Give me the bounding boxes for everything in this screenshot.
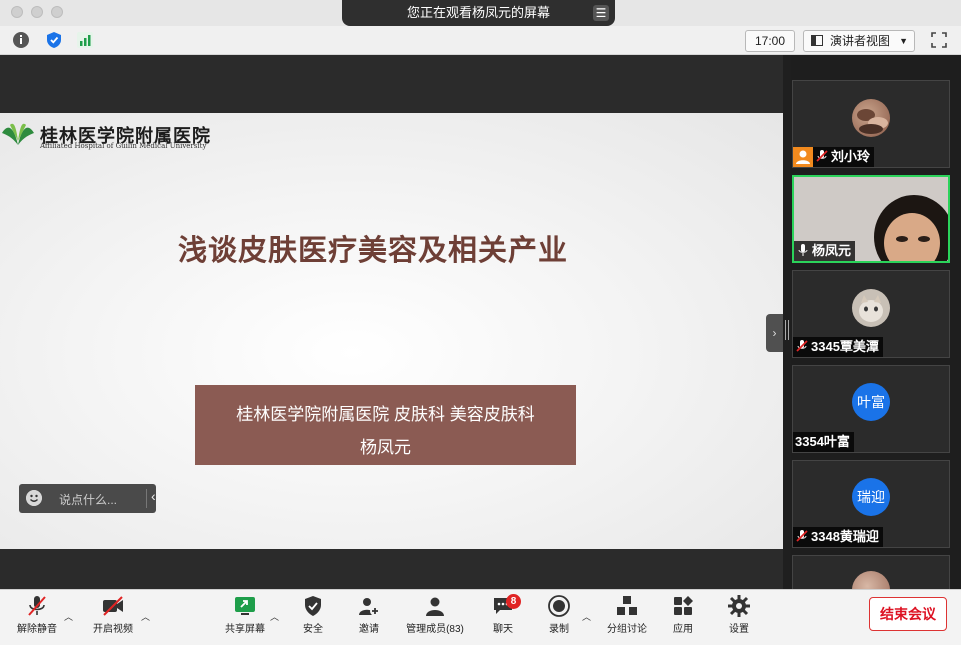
chat-unread-badge: 8 <box>506 594 521 609</box>
participant-name: 刘小玲 <box>831 149 871 164</box>
invite-label: 邀请 <box>359 624 379 635</box>
panel-splitter[interactable] <box>783 55 791 589</box>
slide-subtitle-line1: 桂林医学院附属医院 皮肤科 美容皮肤科 <box>236 405 535 424</box>
view-mode-label: 演讲者视图 <box>830 34 891 48</box>
chat-label: 聊天 <box>493 624 513 635</box>
signal-strength-icon[interactable] <box>76 31 94 49</box>
avatar: 叶富 <box>852 383 890 421</box>
apps-label: 应用 <box>673 624 693 635</box>
chat-divider <box>146 489 147 508</box>
shield-icon <box>305 596 321 616</box>
chevron-up-icon[interactable]: ︿ <box>64 610 73 623</box>
share-banner-text: 您正在观看杨凤元的屏幕 <box>406 5 550 20</box>
participant-tile[interactable]: 3345覃美潭 <box>792 270 950 358</box>
participant-label: 刘小玲 <box>813 147 875 167</box>
participant-name: 杨凤元 <box>812 243 852 258</box>
participant-name: 3345覃美潭 <box>811 339 879 354</box>
video-off-icon <box>103 596 123 616</box>
participant-tile-active-speaker[interactable]: 杨凤元 <box>792 175 950 263</box>
participants-icon <box>426 597 444 616</box>
chevron-down-icon: ▼ <box>899 36 908 46</box>
mic-icon <box>798 244 808 256</box>
meeting-toolbar: 17:00 演讲者视图 ▼ <box>0 26 961 55</box>
record-label: 录制 <box>549 624 569 635</box>
security-label: 安全 <box>303 624 323 635</box>
hospital-logo-icon <box>2 123 34 145</box>
gear-icon <box>728 595 750 617</box>
chevron-up-icon[interactable]: ︿ <box>582 610 591 623</box>
apps-icon <box>674 596 693 615</box>
participant-label: 3345覃美潭 <box>793 337 883 357</box>
chevron-up-icon[interactable]: ︿ <box>270 610 279 623</box>
participant-tile[interactable]: 刘小玲 <box>792 80 950 168</box>
info-icon[interactable] <box>12 31 30 49</box>
minimize-window-button[interactable] <box>31 6 43 18</box>
mic-muted-icon <box>28 596 46 616</box>
breakout-rooms-label: 分组讨论 <box>607 624 647 635</box>
security-button[interactable]: 安全 <box>296 594 330 635</box>
chat-placeholder: 说点什么... <box>59 493 118 507</box>
avatar <box>852 99 890 137</box>
share-screen-label: 共享屏幕 <box>225 624 265 635</box>
avatar <box>852 289 890 327</box>
participant-label: 3348黄瑞迎 <box>793 527 883 547</box>
invite-button[interactable]: 邀请 <box>352 594 386 635</box>
avatar: 瑞迎 <box>852 478 890 516</box>
participants-button[interactable]: 管理成员(83) <box>402 594 468 635</box>
share-banner: 您正在观看杨凤元的屏幕 ☰ <box>342 0 615 26</box>
participant-tile[interactable] <box>792 555 950 589</box>
settings-button[interactable]: 设置 <box>722 594 756 635</box>
unmute-label: 解除静音 <box>17 624 57 635</box>
meeting-controls: 解除静音 ︿ 开启视频 ︿ 共享屏幕 ︿ 安全 邀请 管理成员(83) 聊天 8… <box>0 589 961 645</box>
meeting-timer: 17:00 <box>745 30 795 52</box>
chat-quick-input[interactable]: 说点什么... ‹ <box>19 484 156 513</box>
end-meeting-button[interactable]: 结束会议 <box>869 597 947 631</box>
breakout-rooms-icon <box>617 596 637 615</box>
shield-icon[interactable] <box>45 31 63 49</box>
breakout-rooms-button[interactable]: 分组讨论 <box>604 594 650 635</box>
mic-muted-icon <box>796 340 808 352</box>
participant-label: 杨凤元 <box>794 241 856 261</box>
close-window-button[interactable] <box>11 6 23 18</box>
window-titlebar: 您正在观看杨凤元的屏幕 ☰ <box>0 0 961 26</box>
speaker-view-icon <box>811 35 823 46</box>
participant-name: 3348黄瑞迎 <box>811 529 879 544</box>
person-icon <box>793 147 813 167</box>
participant-tile[interactable]: 瑞迎 3348黄瑞迎 <box>792 460 950 548</box>
mic-muted-icon <box>796 530 808 542</box>
participant-tile[interactable]: 叶富 3354叶富 <box>792 365 950 453</box>
emoji-icon[interactable] <box>26 490 42 506</box>
apps-button[interactable]: 应用 <box>666 594 700 635</box>
slide-title: 浅谈皮肤医疗美容及相关产业 <box>178 235 569 267</box>
view-options-menu-icon[interactable]: ☰ <box>593 5 609 21</box>
participants-label: 管理成员(83) <box>406 624 464 635</box>
start-video-button[interactable]: 开启视频 <box>90 594 136 635</box>
participant-label: 3354叶富 <box>793 432 854 452</box>
share-screen-button[interactable]: 共享屏幕 <box>222 594 268 635</box>
hospital-english-name: Affiliated Hospital of Guilin Medical Un… <box>40 142 207 150</box>
unmute-button[interactable]: 解除静音 <box>14 594 60 635</box>
share-screen-icon <box>235 597 255 615</box>
chevron-up-icon[interactable]: ︿ <box>141 610 150 623</box>
add-user-icon <box>359 598 380 616</box>
record-icon <box>548 595 570 617</box>
chevron-right-icon: › <box>772 326 777 340</box>
record-button[interactable]: 录制 <box>542 594 576 635</box>
avatar <box>852 571 890 589</box>
chevron-left-icon[interactable]: ‹ <box>151 488 156 504</box>
slide-subtitle-box: 桂林医学院附属医院 皮肤科 美容皮肤科 杨凤元 <box>195 385 576 465</box>
view-mode-dropdown[interactable]: 演讲者视图 ▼ <box>803 30 915 52</box>
maximize-window-button[interactable] <box>51 6 63 18</box>
collapse-panel-button[interactable]: › <box>766 314 783 352</box>
drag-handle-icon[interactable] <box>785 320 789 340</box>
fullscreen-icon[interactable] <box>930 31 948 49</box>
video-panel: 刘小玲 杨凤元 3345覃美潭 叶富 3354叶富 瑞迎 3348黄瑞迎 <box>791 55 961 589</box>
start-video-label: 开启视频 <box>93 624 133 635</box>
slide-subtitle-line2: 杨凤元 <box>360 438 411 457</box>
mic-muted-icon <box>816 150 828 162</box>
participant-name: 3354叶富 <box>795 434 850 449</box>
settings-label: 设置 <box>729 624 749 635</box>
